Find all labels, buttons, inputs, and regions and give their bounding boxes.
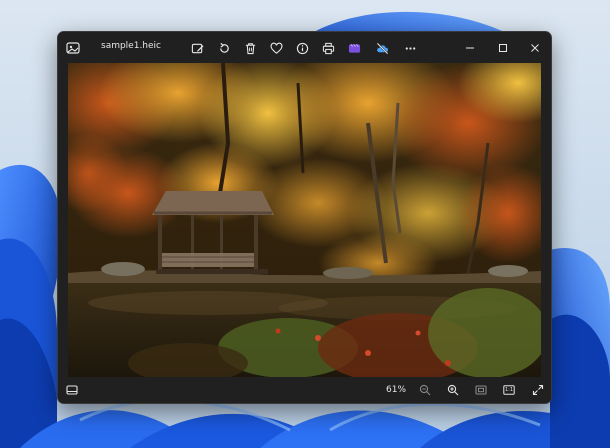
rotate-icon — [219, 42, 229, 53]
zoom-in-button[interactable] — [443, 380, 463, 400]
more-icon — [405, 46, 415, 50]
title-bar[interactable]: sample1.heic — [58, 32, 551, 63]
maximize-button[interactable] — [488, 35, 518, 61]
zoom-out-button[interactable] — [415, 380, 435, 400]
more-options-button[interactable] — [399, 37, 421, 59]
zoom-out-icon — [419, 384, 431, 396]
close-button[interactable] — [520, 35, 550, 61]
photos-app-icon — [66, 40, 80, 54]
rotate-button[interactable] — [213, 37, 235, 59]
edit-image-button[interactable] — [186, 37, 208, 59]
fit-to-window-button[interactable] — [471, 380, 491, 400]
close-icon — [531, 44, 539, 52]
heart-icon — [270, 42, 282, 54]
delete-button[interactable] — [239, 37, 261, 59]
cloud-off-icon — [376, 42, 388, 54]
photos-app-window: sample1.heic 61% 1:1 — [57, 31, 552, 404]
file-info-button[interactable] — [291, 37, 313, 59]
favorite-button[interactable] — [265, 37, 287, 59]
clipchamp-button[interactable] — [343, 37, 365, 59]
image-viewer[interactable] — [68, 63, 541, 377]
maximize-icon — [499, 44, 507, 52]
fit-to-window-icon — [475, 385, 487, 395]
minimize-icon — [466, 47, 474, 49]
minimize-button[interactable] — [455, 35, 485, 61]
filmstrip-button[interactable] — [62, 380, 82, 400]
trash-icon — [245, 42, 255, 54]
full-screen-button[interactable] — [528, 380, 548, 400]
clipchamp-icon — [348, 43, 360, 53]
actual-size-button[interactable]: 1:1 — [499, 380, 519, 400]
printer-icon — [322, 42, 334, 54]
filmstrip-icon — [66, 385, 78, 395]
print-button[interactable] — [317, 37, 339, 59]
zoom-level[interactable]: 61% — [386, 385, 406, 395]
autumn-gazebo-photo — [68, 63, 541, 377]
actual-size-label: 1:1 — [505, 387, 514, 393]
bottom-bar: 61% 1:1 — [58, 377, 551, 403]
expand-icon — [532, 384, 544, 396]
onedrive-backup-button[interactable] — [371, 37, 393, 59]
edit-image-icon — [191, 43, 204, 53]
file-name: sample1.heic — [101, 41, 161, 51]
info-icon — [296, 42, 308, 54]
zoom-in-icon — [447, 384, 459, 396]
